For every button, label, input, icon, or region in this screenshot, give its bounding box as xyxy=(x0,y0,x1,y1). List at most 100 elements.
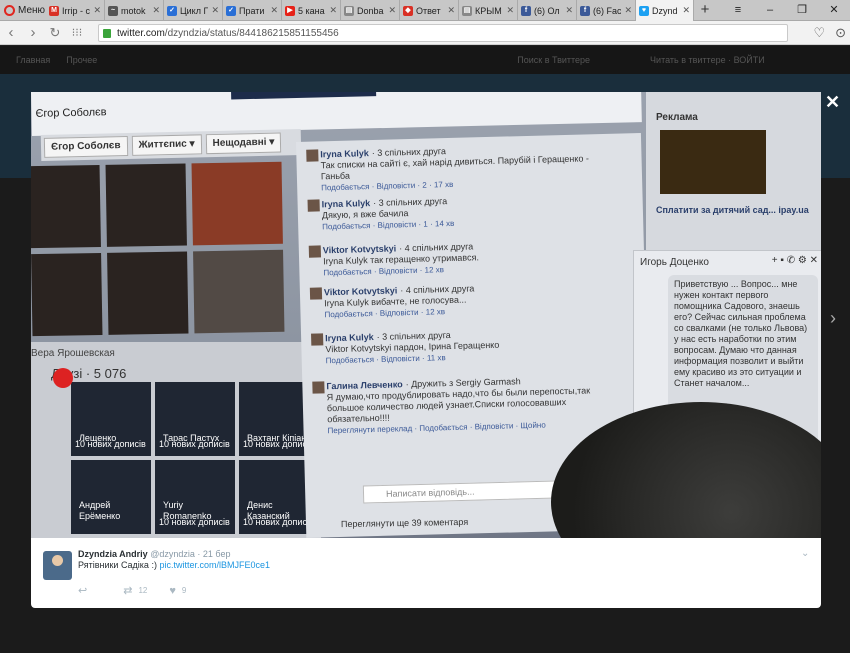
tweet-header: Dzyndzia Andriy @dzyndzia · 21 бер xyxy=(78,549,230,559)
browser-tab[interactable]: ✓ Цикл Г ✕ xyxy=(164,0,223,21)
reload-icon[interactable]: ↻ xyxy=(44,25,66,41)
browser-tab[interactable]: ▤ Donba ✕ xyxy=(341,0,400,21)
browser-tab[interactable]: ♥ Dzynd ✕ xyxy=(636,0,694,21)
url-field[interactable]: twitter.com /dzyndzia/status/84418621585… xyxy=(98,24,788,42)
tweet-author-name[interactable]: Dzyndzia Andriy xyxy=(78,549,148,559)
tweet-date[interactable]: · 21 бер xyxy=(197,549,230,559)
close-tab-icon[interactable]: ✕ xyxy=(624,5,632,16)
menu-label: Меню xyxy=(18,4,46,16)
photo-comment: Iryna Kulyk · 3 спільних друга Дякую, я вж… xyxy=(307,192,619,233)
photo-comment-mutual: · 3 спільних друга xyxy=(371,146,447,159)
twitter-nav-search: Поиск в Твиттере xyxy=(517,55,591,65)
tweet-body: Рятівники Садіка :) xyxy=(78,560,157,570)
tab-title: (6) Fac xyxy=(593,5,622,16)
tab-title: Irrip - c xyxy=(62,5,90,16)
photo-comment-mutual: · 3 спільних друга xyxy=(376,330,451,342)
facebook-icon: f xyxy=(580,5,590,16)
browser-tab[interactable]: ▶ 5 кана ✕ xyxy=(282,0,341,21)
photo-thumb xyxy=(107,251,189,335)
photo-comment-author: Viktor Kotvytskyi xyxy=(323,285,398,298)
avatar xyxy=(312,381,325,394)
back-arrow-icon[interactable]: ‹ xyxy=(0,24,22,41)
photo-thumb xyxy=(105,163,187,247)
browser-tab[interactable]: f (6) Ол ✕ xyxy=(518,0,577,21)
photo-friend-name: Тарас Пастух xyxy=(163,433,220,443)
photo-profile-name: Єгор Соболєв xyxy=(35,106,107,120)
browser-tab[interactable]: M Irrip - c ✕ xyxy=(46,0,105,21)
close-tab-icon[interactable]: ✕ xyxy=(211,5,219,16)
close-tab-icon[interactable]: ✕ xyxy=(447,5,455,16)
tweet-card: Dzyndzia Andriy @dzyndzia · 21 бер ⌄ Рят… xyxy=(31,538,821,608)
car-icon: ~ xyxy=(108,5,118,16)
tab-title: 5 кана xyxy=(298,5,325,16)
chevron-down-icon[interactable]: ⌄ xyxy=(801,548,809,559)
photo-friend-name: Лещенко xyxy=(79,433,117,443)
browser-tab[interactable]: ~ motok ✕ xyxy=(105,0,164,21)
twitter-nav-home: Главная xyxy=(16,55,51,65)
photo-thumb xyxy=(193,249,285,334)
close-tab-icon[interactable]: ✕ xyxy=(93,5,101,16)
opera-logo-icon xyxy=(4,4,15,16)
avatar xyxy=(308,245,322,258)
photo-comment-author: Viktor Kotvytskyi xyxy=(322,243,397,256)
new-tab-button[interactable]: + xyxy=(694,0,716,20)
photo-friend-notice: Вера Ярошевская xyxy=(31,348,115,359)
browser-tab[interactable]: f (6) Fac ✕ xyxy=(577,0,636,21)
tweet-handle[interactable]: @dzyndzia xyxy=(150,549,195,559)
close-tab-icon[interactable]: ✕ xyxy=(152,5,160,16)
photo-friend-tile: Тарас Пастух 10 нових дописів xyxy=(155,382,235,456)
photo-comment: Viktor Kotvytskyi · 4 спільних друга Iryna… xyxy=(309,280,621,321)
close-tab-icon[interactable]: ✕ xyxy=(682,5,690,16)
youtube-icon: ▶ xyxy=(285,5,295,16)
close-tab-icon[interactable]: ✕ xyxy=(270,5,278,16)
tab-title: Dzynd xyxy=(652,5,678,16)
gmail-icon: M xyxy=(49,5,59,16)
photo-friend-tile: Лещенко 10 нових дописів xyxy=(71,382,151,456)
photo-grid xyxy=(31,161,285,337)
next-media-arrow-icon[interactable]: › xyxy=(830,308,836,329)
close-tab-icon[interactable]: ✕ xyxy=(506,5,514,16)
browser-tab[interactable]: ▤ КРЫМ ✕ xyxy=(459,0,518,21)
heart-bookmark-icon[interactable]: ♡ xyxy=(813,25,825,41)
close-media-icon[interactable]: ✕ xyxy=(825,92,840,113)
photo-comment-mutual: · 4 спільних друга xyxy=(399,241,474,254)
photo-chat-controls-icon: + ▪ ✆ ⚙ ✕ xyxy=(771,255,818,266)
close-window-button[interactable]: ✕ xyxy=(818,0,850,20)
reply-icon[interactable]: ↩ xyxy=(78,584,87,597)
minimize-button[interactable]: – xyxy=(754,0,786,20)
avatar xyxy=(309,287,323,300)
photo-ads-header: Реклама xyxy=(656,112,698,123)
close-tab-icon[interactable]: ✕ xyxy=(565,5,573,16)
photo-friend-name: Yuriy Romanenko xyxy=(163,500,212,521)
like-icon[interactable]: ♥ xyxy=(169,585,176,597)
photo-comment-author: Iryna Kulyk xyxy=(321,198,371,210)
photo-comment: Iryna Kulyk · 3 спільних друга Viktor Kotv… xyxy=(311,326,622,367)
tweet-photo[interactable]: Єгор Соболєв Єгор Соболєв Життєпис ▾ Нещ… xyxy=(31,92,821,538)
photo-comment-author: Iryna Kulyk xyxy=(325,332,374,344)
close-tab-icon[interactable]: ✕ xyxy=(329,5,337,16)
tab-title: КРЫМ xyxy=(475,5,502,16)
lun-icon: ✓ xyxy=(167,5,177,16)
photo-friend-tile: Андрей Ерёменко xyxy=(71,460,151,534)
avatar[interactable] xyxy=(43,551,72,580)
maximize-button[interactable]: ❐ xyxy=(786,0,818,20)
speed-dial-grid-icon[interactable]: ⁝⁝⁝ xyxy=(66,26,88,39)
close-tab-icon[interactable]: ✕ xyxy=(388,5,396,16)
tab-strip: Меню M Irrip - c ✕ ~ motok ✕ ✓ Цикл Г ✕ ✓ Прати ✕ ▶ 5… xyxy=(0,0,850,21)
twitter-nav-bar: Главная Прочее Поиск в Твиттере Читать в… xyxy=(0,46,850,74)
photo-ad-image xyxy=(660,130,766,194)
retweet-count: 12 xyxy=(138,586,148,595)
retweet-icon[interactable]: ⇄ xyxy=(123,584,132,597)
opera-menu-button[interactable]: Меню xyxy=(0,0,46,20)
photo-comment-author: Галина Левченко xyxy=(326,379,403,392)
forward-arrow-icon[interactable]: › xyxy=(22,24,44,41)
tab-menu-icon[interactable]: ≡ xyxy=(722,0,754,20)
browser-tab[interactable]: ✓ Прати ✕ xyxy=(223,0,282,21)
page-icon: ▤ xyxy=(462,5,472,16)
photo-comment: Viktor Kotvytskyi · 4 спільних друга Iryna… xyxy=(308,238,620,279)
photo-comment-author: Iryna Kulyk xyxy=(320,148,369,160)
browser-tab[interactable]: ◆ Ответ ✕ xyxy=(400,0,459,21)
tweet-pic-link[interactable]: pic.twitter.com/lBMJFE0ce1 xyxy=(159,560,270,570)
download-icon[interactable]: ⊙ xyxy=(835,25,846,41)
tab-title: (6) Ол xyxy=(534,5,560,16)
